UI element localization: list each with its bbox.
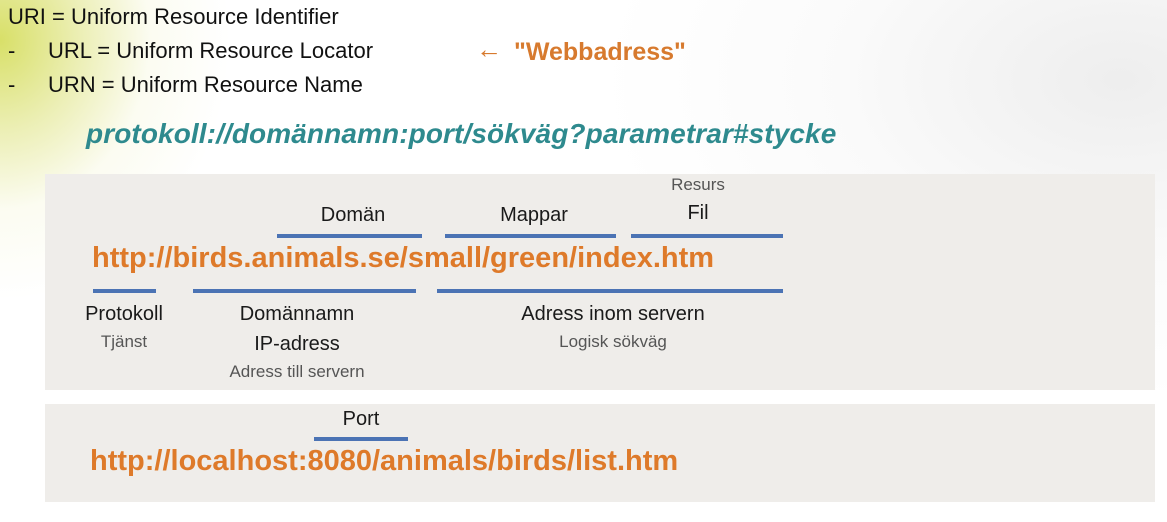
label-tjanst: Tjänst <box>100 332 148 351</box>
underline-protokoll <box>93 289 156 293</box>
webbadress-label: "Webbadress" <box>514 38 686 66</box>
label-doman: Domän <box>320 204 386 226</box>
list-dash: - <box>8 72 16 97</box>
uri-definition: URI = Uniform Resource Identifier <box>8 4 339 29</box>
label-logisk-sokvag: Logisk sökväg <box>559 332 667 351</box>
label-resurs: Resurs <box>671 175 725 194</box>
underline-doman <box>277 234 422 238</box>
example-url-2: http://localhost:8080/animals/birds/list… <box>90 445 679 477</box>
label-adress-till-servern: Adress till servern <box>229 362 365 381</box>
underline-adress-inom-servern <box>437 289 783 293</box>
urn-definition: URN = Uniform Resource Name <box>48 72 363 97</box>
underline-fil <box>631 234 783 238</box>
example-url-1: http://birds.animals.se/small/green/inde… <box>92 242 715 274</box>
label-port: Port <box>342 408 380 430</box>
list-dash: - <box>8 38 16 63</box>
label-fil: Fil <box>687 202 709 224</box>
underline-port <box>314 437 408 441</box>
label-adress-inom-servern: Adress inom servern <box>521 303 705 325</box>
label-ip-adress: IP-adress <box>254 333 340 355</box>
label-domannamn: Domännamn <box>239 303 355 325</box>
underline-domannamn <box>193 289 416 293</box>
label-mappar: Mappar <box>500 204 568 226</box>
url-definition: URL = Uniform Resource Locator <box>48 38 374 63</box>
url-pattern: protokoll://domännamn:port/sökväg?parame… <box>86 118 837 149</box>
left-arrow-icon: ← <box>476 34 502 64</box>
label-protokoll: Protokoll <box>85 303 163 325</box>
underline-mappar <box>445 234 616 238</box>
